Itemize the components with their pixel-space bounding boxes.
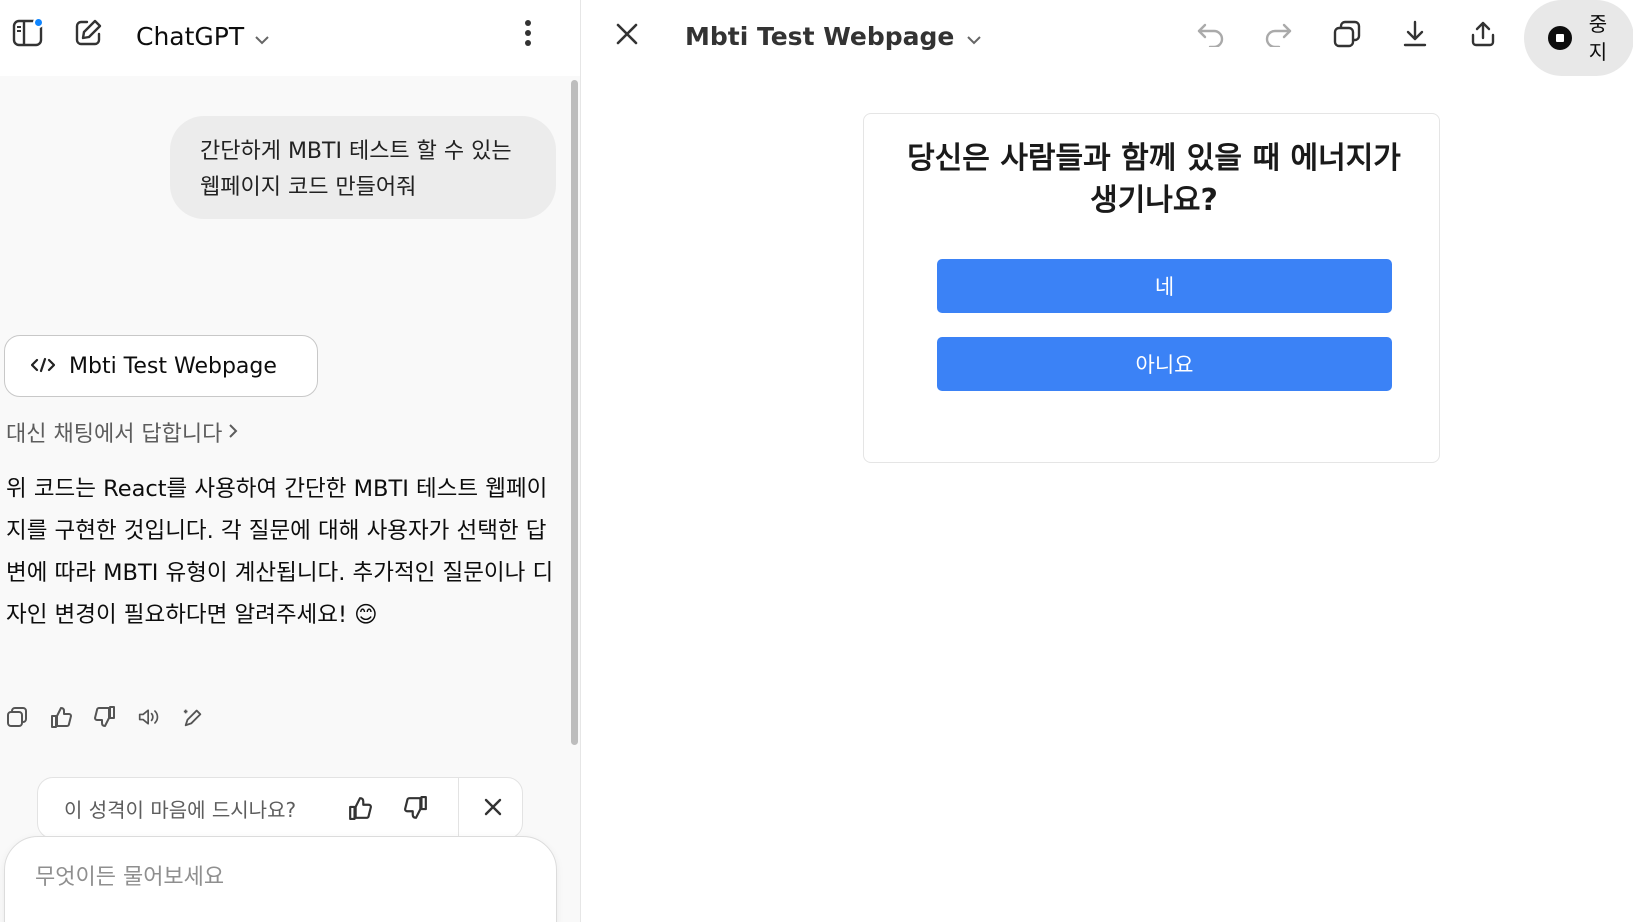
code-icon xyxy=(30,354,56,379)
chevron-down-icon xyxy=(966,22,982,51)
thumbs-down-icon[interactable] xyxy=(404,796,428,824)
close-icon[interactable] xyxy=(482,796,504,822)
undo-icon xyxy=(1196,21,1226,51)
undo-button[interactable] xyxy=(1191,16,1231,56)
feedback-divider xyxy=(458,778,459,840)
thumbs-up-icon[interactable] xyxy=(348,796,372,824)
more-vertical-icon xyxy=(524,19,532,51)
thumbs-down-icon[interactable] xyxy=(94,706,116,728)
reply-in-chat-link[interactable]: 대신 채팅에서 답합니다 xyxy=(6,416,238,448)
redo-icon xyxy=(1263,21,1293,51)
model-name: ChatGPT xyxy=(136,21,245,51)
chat-header: ChatGPT xyxy=(0,0,580,76)
app-window: ChatGPT 간단하게 MBTI 테스트 할 수 있는 웹페이지 코드 만들어… xyxy=(0,0,1633,922)
stop-button[interactable]: 중지 xyxy=(1524,0,1633,76)
copy-button[interactable] xyxy=(1327,16,1367,56)
artifact-open-button[interactable]: Mbti Test Webpage xyxy=(4,335,318,397)
assistant-message: 위 코드는 React를 사용하여 간단한 MBTI 테스트 웹페이지를 구현한… xyxy=(6,476,554,628)
chat-pane: ChatGPT 간단하게 MBTI 테스트 할 수 있는 웹페이지 코드 만들어… xyxy=(0,0,580,922)
download-icon xyxy=(1402,20,1428,52)
copy-icon xyxy=(1332,19,1362,53)
user-message: 간단하게 MBTI 테스트 할 수 있는 웹페이지 코드 만들어줘 xyxy=(170,116,556,219)
chevron-right-icon xyxy=(228,420,238,445)
notification-dot xyxy=(33,17,44,28)
chat-scrollbar[interactable] xyxy=(571,80,578,745)
artifact-label: Mbti Test Webpage xyxy=(69,353,277,379)
message-input[interactable] xyxy=(35,857,515,897)
feedback-prompt: 이 성격이 마음에 드시나요? xyxy=(64,798,297,822)
redo-button[interactable] xyxy=(1258,16,1298,56)
canvas-title-text: Mbti Test Webpage xyxy=(685,21,955,51)
close-canvas-button[interactable] xyxy=(607,16,647,56)
thumbs-up-icon[interactable] xyxy=(50,706,72,728)
share-icon xyxy=(1469,20,1497,52)
new-chat-button[interactable] xyxy=(68,15,108,55)
canvas-pane: Mbti Test Webpage 중지 당신은 사람들과 함께 있을 때 에너… xyxy=(580,0,1633,922)
copy-icon[interactable] xyxy=(6,706,28,728)
canvas-title[interactable]: Mbti Test Webpage xyxy=(685,18,982,54)
sidebar-toggle-button[interactable] xyxy=(8,15,48,55)
new-chat-icon xyxy=(73,18,103,52)
model-selector[interactable]: ChatGPT xyxy=(136,18,270,54)
chevron-down-icon xyxy=(254,22,270,51)
share-button[interactable] xyxy=(1463,16,1503,56)
edit-sparkle-icon[interactable] xyxy=(182,706,204,728)
message-actions xyxy=(6,706,204,728)
download-button[interactable] xyxy=(1395,16,1435,56)
feedback-banner: 이 성격이 마음에 드시나요? xyxy=(37,777,523,840)
message-composer xyxy=(4,836,557,922)
close-icon xyxy=(614,21,640,51)
reply-link-label: 대신 채팅에서 답합니다 xyxy=(6,422,223,447)
more-options-button[interactable] xyxy=(508,15,548,55)
answer-yes-button[interactable]: 네 xyxy=(937,259,1392,313)
answer-no-button[interactable]: 아니요 xyxy=(937,337,1392,391)
mbti-question-card: 당신은 사람들과 함께 있을 때 에너지가 생기나요? 네 아니요 xyxy=(863,113,1440,463)
question-text: 당신은 사람들과 함께 있을 때 에너지가 생기나요? xyxy=(907,141,1401,218)
read-aloud-icon[interactable] xyxy=(138,706,160,728)
stop-icon xyxy=(1548,26,1572,50)
stop-label: 중지 xyxy=(1588,12,1608,64)
